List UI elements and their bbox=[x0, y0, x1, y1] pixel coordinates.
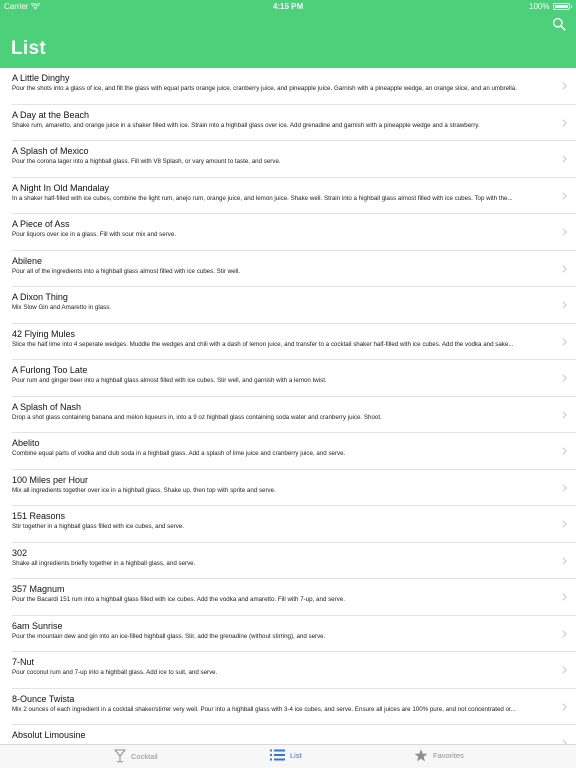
cocktail-name: Absolut Limousine bbox=[12, 730, 86, 740]
list-item[interactable]: 100 Miles per Hour Mix all ingredients to… bbox=[0, 470, 576, 507]
cocktail-name: A Splash of Mexico bbox=[12, 146, 89, 156]
chevron-right-icon bbox=[562, 155, 567, 163]
status-right: 100% bbox=[529, 2, 572, 11]
cocktail-instructions: Pour the shots into a glass of ice, and … bbox=[12, 85, 517, 92]
chevron-right-icon bbox=[562, 666, 567, 674]
chevron-right-icon bbox=[562, 483, 567, 492]
cocktail-name: A Day at the Beach bbox=[12, 109, 90, 120]
list-item[interactable]: A Day at the Beach Shake rum, amaretto, a… bbox=[0, 105, 576, 142]
chevron-right-icon bbox=[562, 520, 567, 528]
cocktail-name: 302 bbox=[12, 547, 28, 558]
chevron-right-icon bbox=[562, 228, 567, 236]
status-time: 4:15 PM bbox=[272, 2, 304, 11]
cocktail-name: 100 Miles per Hour bbox=[12, 474, 89, 485]
cocktail-instructions: Pour all of the ingredients into a highb… bbox=[12, 267, 241, 275]
cocktail-instructions: In a shaker half-filled with ice cubes, … bbox=[12, 194, 513, 202]
cocktail-instructions: Mix Slow Gin and Amaretto in glass. bbox=[12, 304, 112, 311]
battery-tip bbox=[570, 5, 572, 8]
tab-favorites-label: Favorites bbox=[433, 751, 464, 760]
list-item[interactable]: 7-Nut Pour coconut rum and 7-up into a hi… bbox=[0, 652, 576, 689]
cocktail-instructions: Pour the corona lager into a highball gl… bbox=[12, 158, 281, 165]
battery-icon bbox=[552, 3, 570, 10]
cocktail-name: A Furlong Too Late bbox=[12, 365, 88, 375]
cocktail-instructions: Pour coconut rum and 7-up into a highbal… bbox=[12, 669, 218, 676]
cocktail-instructions: Pour liquors over ice in a glass. Fill w… bbox=[12, 231, 177, 238]
status-bar: Carrier 4:15 PM 100% bbox=[0, 0, 576, 13]
cocktail-instructions: Slice the half lime into 4 seperate wedg… bbox=[12, 340, 514, 348]
cocktail-instructions: Stir together in a highball glass filled… bbox=[12, 523, 184, 530]
cocktail-name: A Splash of Nash bbox=[12, 401, 82, 412]
cocktail-name: 42 Flying Mules bbox=[12, 328, 76, 339]
cocktail-name: 7-Nut bbox=[12, 657, 35, 667]
cocktail-name: A Piece of Ass bbox=[12, 219, 70, 229]
list-item[interactable]: A Splash of Mexico Pour the corona lager … bbox=[0, 141, 576, 178]
list-item[interactable]: A Furlong Too Late Pour rum and ginger be… bbox=[0, 360, 576, 397]
page-title: List bbox=[11, 38, 46, 59]
list-item[interactable]: 302 Shake all ingredients briefly togethe… bbox=[0, 543, 576, 580]
list-item[interactable]: 151 Reasons Stir together in a highball g… bbox=[0, 506, 576, 543]
cocktail-name: A Dixon Thing bbox=[12, 292, 68, 302]
cocktail-name: 357 Magnum bbox=[12, 584, 65, 594]
chevron-right-icon bbox=[562, 629, 567, 638]
tab-bar: Cocktail List Favorites bbox=[0, 744, 576, 768]
tab-cocktail-label: Cocktail bbox=[131, 751, 158, 761]
list-item[interactable]: Abilene Pour all of the ingredients into … bbox=[0, 251, 576, 288]
chevron-right-icon bbox=[562, 301, 567, 309]
chevron-right-icon bbox=[562, 191, 567, 200]
cocktail-name: Abelito bbox=[12, 438, 40, 448]
cocktail-instructions: Combine equal parts of vodka and club so… bbox=[12, 450, 346, 457]
chevron-right-icon bbox=[562, 337, 567, 346]
cocktail-name: 6am Sunrise bbox=[12, 620, 63, 631]
list-item[interactable]: 357 Magnum Pour the Bacardi 151 rum into … bbox=[0, 579, 576, 616]
battery-percent: 100% bbox=[529, 2, 550, 11]
cocktail-instructions: Mix 2 ounces of each ingredient in a coc… bbox=[12, 705, 516, 713]
chevron-right-icon bbox=[562, 702, 567, 711]
cocktail-name: A Little Dinghy bbox=[12, 73, 70, 83]
tab-list-label: List bbox=[290, 750, 302, 760]
list-item[interactable]: A Little Dinghy Pour the shots into a gla… bbox=[0, 68, 576, 105]
chevron-right-icon bbox=[562, 374, 567, 382]
chevron-right-icon bbox=[562, 447, 567, 455]
list-item[interactable]: 8-Ounce Twista Mix 2 ounces of each ingre… bbox=[0, 689, 576, 726]
chevron-right-icon bbox=[562, 556, 567, 565]
list-item[interactable]: Abelito Combine equal parts of vodka and … bbox=[0, 433, 576, 470]
cocktail-instructions: Pour rum and ginger beer into a highball… bbox=[12, 377, 327, 384]
list-item[interactable]: Absolut Limousine bbox=[0, 725, 576, 744]
list-item[interactable]: 42 Flying Mules Slice the half lime into … bbox=[0, 324, 576, 361]
chevron-right-icon bbox=[562, 264, 567, 273]
chevron-right-icon bbox=[562, 410, 567, 419]
cocktail-list[interactable]: A Little Dinghy Pour the shots into a gla… bbox=[0, 68, 576, 744]
cocktail-instructions: Drop a shot glass containing banana and … bbox=[12, 413, 382, 421]
list-icon bbox=[270, 749, 285, 761]
tab-cocktail[interactable]: Cocktail bbox=[114, 749, 158, 763]
navigation-header: Carrier 4:15 PM 100% List bbox=[0, 0, 576, 68]
cocktail-instructions: Pour the mountain dew and gin into an ic… bbox=[12, 632, 326, 640]
cocktail-name: A Night In Old Mandalay bbox=[12, 182, 110, 193]
list-item[interactable]: A Dixon Thing Mix Slow Gin and Amaretto i… bbox=[0, 287, 576, 324]
cocktail-instructions: Mix all ingredients together over ice in… bbox=[12, 486, 276, 494]
cocktail-name: 151 Reasons bbox=[12, 511, 66, 521]
chevron-right-icon bbox=[562, 82, 567, 90]
list-item[interactable]: A Piece of Ass Pour liquors over ice in a… bbox=[0, 214, 576, 251]
cocktail-instructions: Shake rum, amaretto, and orange juice in… bbox=[12, 121, 480, 129]
list-item[interactable]: A Night In Old Mandalay In a shaker half-… bbox=[0, 178, 576, 215]
chevron-right-icon bbox=[562, 118, 567, 127]
tab-list[interactable]: List bbox=[270, 749, 302, 761]
cocktail-instructions: Shake all ingredients briefly together i… bbox=[12, 559, 196, 567]
search-icon[interactable] bbox=[552, 17, 566, 31]
cocktail-name: 8-Ounce Twista bbox=[12, 693, 75, 704]
tab-favorites[interactable]: Favorites bbox=[414, 749, 464, 762]
star-icon bbox=[414, 749, 428, 762]
list-item[interactable]: A Splash of Nash Drop a shot glass contai… bbox=[0, 397, 576, 434]
cocktail-instructions: Pour the Bacardi 151 rum into a highball… bbox=[12, 596, 345, 603]
cocktail-glass-icon bbox=[114, 749, 126, 763]
list-item[interactable]: 6am Sunrise Pour the mountain dew and gin… bbox=[0, 616, 576, 653]
cocktail-name: Abilene bbox=[12, 255, 43, 266]
chevron-right-icon bbox=[562, 593, 567, 601]
